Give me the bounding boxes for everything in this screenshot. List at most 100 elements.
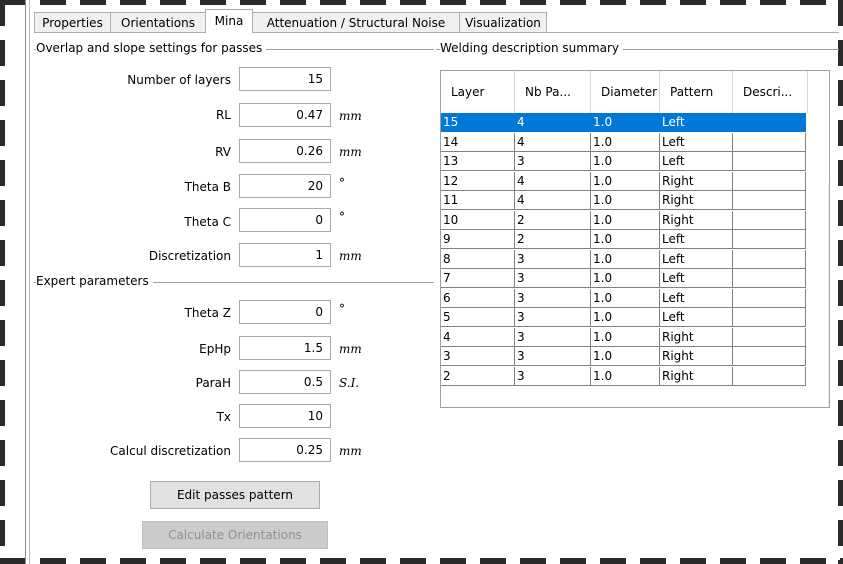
column-header-description[interactable]: Descri... (733, 71, 808, 113)
table-row[interactable]: 5 3 1.0 Left (441, 308, 806, 327)
table-cell: 7 (441, 269, 515, 288)
table-row[interactable]: 10 2 1.0 Right (441, 210, 806, 230)
table-cell (733, 132, 806, 152)
table-cell: 10 (441, 210, 515, 230)
table-row[interactable]: 3 3 1.0 Right (441, 347, 806, 366)
table-row[interactable]: 9 2 1.0 Left (441, 230, 806, 249)
table-cell (733, 171, 806, 191)
table-cell: 12 (441, 171, 515, 191)
table-cell: Left (660, 249, 733, 269)
calcul-discretization-label: Calcul discretization (110, 444, 231, 458)
ephp-unit: mm (339, 342, 362, 356)
table-cell: 1.0 (591, 288, 660, 308)
table-cell: Left (660, 269, 733, 288)
column-header-pattern[interactable]: Pattern (660, 71, 733, 113)
table-cell: Right (660, 347, 733, 366)
table-cell: 1.0 (591, 327, 660, 347)
tx-field[interactable]: 10 (239, 404, 331, 428)
table-cell: Right (660, 210, 733, 230)
dashed-border-top (0, 0, 843, 5)
table-row[interactable]: 2 3 1.0 Right (441, 366, 806, 386)
table-cell: 3 (515, 288, 591, 308)
table-row[interactable]: 13 3 1.0 Left (441, 152, 806, 171)
table-cell (733, 366, 806, 386)
column-header-nb-passes[interactable]: Nb Pa... (515, 71, 591, 113)
table-cell: 1.0 (591, 210, 660, 230)
table-row[interactable]: 8 3 1.0 Left (441, 249, 806, 269)
table-cell: 14 (441, 132, 515, 152)
theta-c-label: Theta C (184, 215, 231, 229)
table-cell: 3 (515, 249, 591, 269)
tab-orientations[interactable]: Orientations (110, 12, 206, 32)
theta-b-field[interactable]: 20 (239, 174, 331, 198)
chevron-up-icon[interactable] (828, 183, 829, 203)
table-cell: 3 (515, 269, 591, 288)
column-header-diameter[interactable]: Diameter (591, 71, 660, 113)
table-row[interactable]: 4 3 1.0 Right (441, 327, 806, 347)
rl-field[interactable]: 0.47 (239, 103, 331, 127)
table-cell: 1.0 (591, 132, 660, 152)
table-cell: 3 (515, 347, 591, 366)
panel-edge (25, 0, 26, 564)
rl-unit: mm (339, 109, 362, 123)
table-row[interactable]: 11 4 1.0 Right (441, 191, 806, 210)
dashed-border-left (0, 0, 5, 564)
table-header: Layer Nb Pa... Diameter Pattern Descri..… (441, 71, 808, 113)
number-of-layers-field[interactable]: 15 (239, 67, 331, 91)
tab-bar: Properties Orientations Mina Attenuation… (34, 9, 834, 34)
calcul-discretization-unit: mm (339, 444, 362, 458)
table-cell (733, 288, 806, 308)
table-row[interactable]: 15 4 1.0 Left (441, 113, 806, 132)
table-cell (733, 308, 806, 327)
table-cell: 1.0 (591, 347, 660, 366)
table-cell: 3 (515, 366, 591, 386)
tab-mina[interactable]: Mina (205, 9, 253, 33)
table-cell (733, 210, 806, 230)
table-cell: 1.0 (591, 171, 660, 191)
table-row[interactable]: 6 3 1.0 Left (441, 288, 806, 308)
tab-properties[interactable]: Properties (34, 12, 111, 32)
table-cell: Right (660, 191, 733, 210)
column-header-layer[interactable]: Layer (441, 71, 515, 113)
tx-label: Tx (216, 410, 231, 424)
table-cell (733, 269, 806, 288)
discretization-unit: mm (339, 249, 362, 263)
table-cell: 13 (441, 152, 515, 171)
discretization-field[interactable]: 1 (239, 243, 331, 267)
table-cell: 1.0 (591, 249, 660, 269)
table-scrollbar[interactable] (828, 183, 829, 407)
summary-group-title: Welding description summary (440, 41, 624, 55)
calcul-discretization-field[interactable]: 0.25 (239, 438, 331, 462)
calculate-orientations-button[interactable]: Calculate Orientations (142, 521, 328, 549)
table-cell: Right (660, 366, 733, 386)
table-cell (733, 152, 806, 171)
table-row[interactable]: 12 4 1.0 Right (441, 171, 806, 191)
table-cell (733, 347, 806, 366)
table-row[interactable]: 14 4 1.0 Left (441, 132, 806, 152)
table-cell: Left (660, 288, 733, 308)
theta-z-field[interactable]: 0 (239, 300, 331, 324)
table-cell: Right (660, 171, 733, 191)
rv-label: RV (215, 145, 231, 159)
parah-field[interactable]: 0.5 (239, 370, 331, 394)
table-row[interactable]: 7 3 1.0 Left (441, 269, 806, 288)
welding-summary-table[interactable]: Layer Nb Pa... Diameter Pattern Descri..… (440, 70, 830, 408)
theta-c-unit: ° (339, 210, 345, 224)
table-cell: 1.0 (591, 152, 660, 171)
edit-passes-pattern-button[interactable]: Edit passes pattern (150, 481, 320, 509)
rl-label: RL (215, 108, 231, 122)
rv-unit: mm (339, 145, 362, 159)
table-cell: 1.0 (591, 308, 660, 327)
dashed-border-right (838, 0, 843, 564)
ephp-field[interactable]: 1.5 (239, 336, 331, 360)
theta-c-field[interactable]: 0 (239, 208, 331, 232)
table-cell: 2 (441, 366, 515, 386)
table-cell: 15 (441, 113, 515, 132)
tab-visualization[interactable]: Visualization (459, 12, 547, 32)
table-cell: 8 (441, 249, 515, 269)
table-cell: Right (660, 327, 733, 347)
table-cell: 2 (515, 210, 591, 230)
table-cell: 9 (441, 230, 515, 249)
tab-attenuation[interactable]: Attenuation / Structural Noise (252, 12, 460, 32)
rv-field[interactable]: 0.26 (239, 139, 331, 163)
